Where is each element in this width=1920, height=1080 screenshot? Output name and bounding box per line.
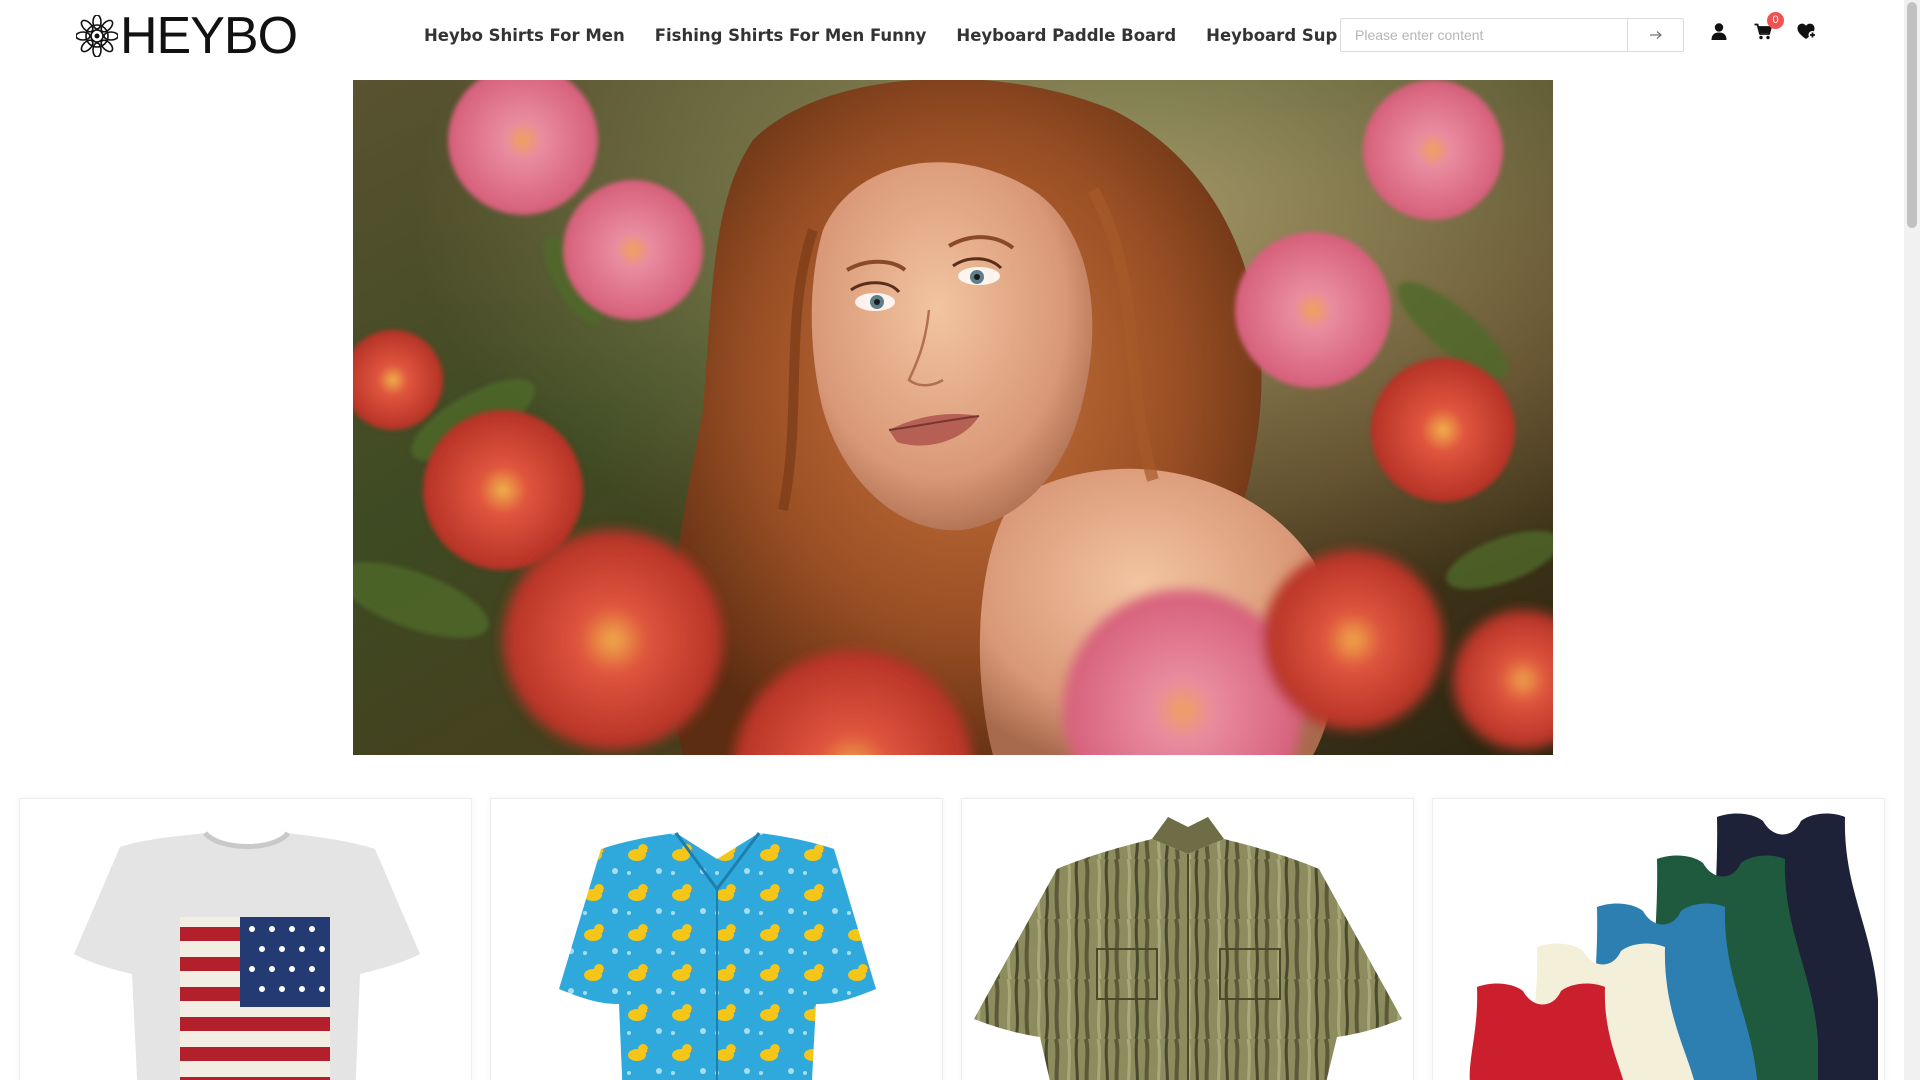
product-image-camo-fishing-shirt — [974, 817, 1402, 1080]
page-scrollbar[interactable] — [1904, 0, 1920, 1080]
hero-image-woman-with-flowers — [353, 80, 1553, 755]
search-bar — [1340, 18, 1684, 52]
nav-item-fishing-shirts-for-men-funny[interactable]: Fishing Shirts For Men Funny — [655, 22, 927, 50]
main-nav: Heybo Shirts For Men Fishing Shirts For … — [424, 22, 1367, 50]
product-image-flag-tshirt — [74, 831, 420, 1080]
product-image-duck-hawaiian-shirt — [559, 832, 876, 1080]
nav-item-heyboard-paddle-board[interactable]: Heyboard Paddle Board — [956, 22, 1176, 50]
user-icon — [1711, 22, 1727, 40]
hero-banner[interactable] — [353, 80, 1553, 755]
site-header: HEYBO Heybo Shirts For Men Fishing Shirt… — [0, 0, 1904, 80]
scrollbar-thumb[interactable] — [1907, 2, 1917, 228]
search-submit-button[interactable] — [1627, 19, 1683, 51]
product-card-tank-tops[interactable] — [1432, 798, 1885, 1080]
product-grid — [19, 798, 1886, 1080]
account-button[interactable] — [1708, 20, 1730, 42]
product-card-duck-shirt[interactable] — [490, 798, 943, 1080]
product-card-camo-shirt[interactable] — [961, 798, 1414, 1080]
heart-plus-icon — [1797, 23, 1817, 39]
brand-logo[interactable]: HEYBO — [76, 7, 298, 65]
header-icons: 0 — [1708, 12, 1818, 42]
wishlist-button[interactable] — [1796, 20, 1818, 42]
logo-mandala-icon — [76, 15, 118, 57]
product-card-flag-tshirt[interactable] — [19, 798, 472, 1080]
arrow-right-icon — [1649, 31, 1662, 39]
nav-item-heyboard-sup[interactable]: Heyboard Sup — [1206, 22, 1337, 50]
search-input[interactable] — [1341, 19, 1627, 51]
cart-count-badge: 0 — [1767, 12, 1784, 29]
brand-name: HEYBO — [120, 7, 298, 65]
product-image-tank-tops-multipack — [1469, 813, 1878, 1080]
nav-item-heybo-shirts-for-men[interactable]: Heybo Shirts For Men — [424, 22, 625, 50]
flag-graphic — [180, 917, 330, 1080]
cart-button[interactable]: 0 — [1752, 12, 1784, 42]
